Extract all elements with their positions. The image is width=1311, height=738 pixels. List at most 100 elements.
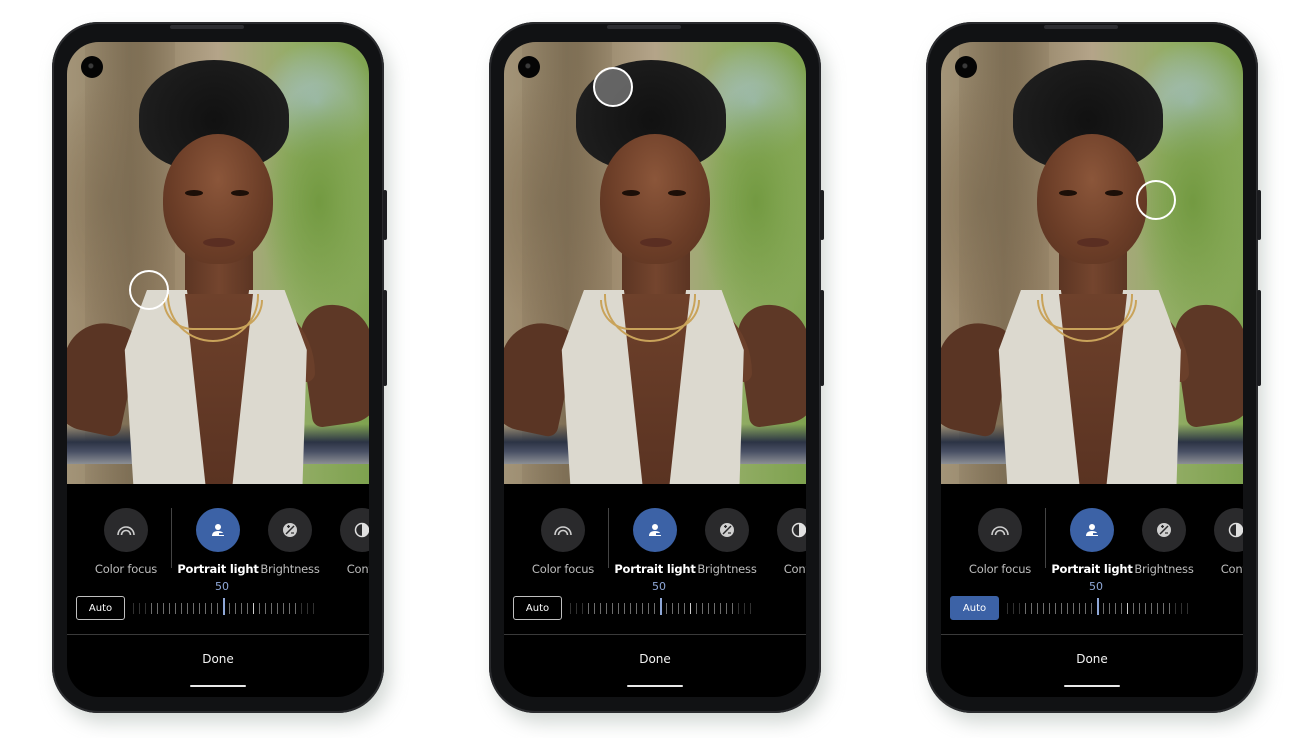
slider-tick: [241, 603, 243, 614]
slider-tick: [1151, 603, 1153, 614]
slider-value: 50: [215, 580, 229, 593]
slider-tick: [133, 603, 135, 614]
tool-label: n: [504, 562, 510, 576]
slider-tick: [223, 598, 225, 615]
slider-value: 50: [652, 580, 666, 593]
slider-tick: [151, 603, 153, 614]
done-button[interactable]: Done: [168, 646, 268, 672]
light-position-handle[interactable]: [129, 270, 169, 310]
slider-tick: [576, 603, 578, 614]
phone-screen: n Color focus Portrait light: [504, 42, 806, 697]
light-position-handle[interactable]: [1136, 180, 1176, 220]
tool-contrast[interactable]: Contr: [1191, 508, 1243, 576]
slider-tick: [1109, 603, 1111, 614]
photo-preview[interactable]: [67, 42, 369, 484]
photo-lips: [640, 238, 672, 247]
slider-tick: [1025, 603, 1027, 614]
slider-tick: [594, 603, 596, 614]
photo-necklace: [1037, 300, 1137, 330]
carousel-divider: [608, 508, 609, 568]
slider-tick: [1067, 603, 1069, 614]
tool-label: n: [67, 562, 73, 576]
slider-tick: [744, 603, 746, 614]
slider-tick: [1103, 603, 1105, 614]
contrast-icon: [777, 508, 806, 552]
slider-tick: [157, 603, 159, 614]
slider-tick: [588, 603, 590, 614]
photo-eye: [231, 190, 249, 196]
slider-tick: [1115, 603, 1117, 614]
slider-tick: [666, 603, 668, 614]
photo-preview[interactable]: [504, 42, 806, 484]
tool-partial[interactable]: n: [504, 508, 510, 576]
slider-tick: [1061, 603, 1063, 614]
slider-tick: [630, 603, 632, 614]
slider-tick: [696, 603, 698, 614]
slider-tick: [1079, 603, 1081, 614]
tool-contrast[interactable]: Contr: [317, 508, 369, 576]
auto-button[interactable]: Auto: [76, 596, 125, 620]
slider-tick: [1055, 603, 1057, 614]
slider-tick: [714, 603, 716, 614]
tool-color-focus[interactable]: Color focus: [955, 508, 1045, 576]
phone-screen: n Color focus Portrait light: [67, 42, 369, 697]
phone-speaker: [1044, 25, 1118, 29]
tool-label: Color focus: [968, 562, 1032, 576]
tool-carousel[interactable]: n Color focus Portrait light: [941, 508, 1243, 578]
slider-tick: [660, 598, 662, 615]
tool-label: Contr: [1220, 562, 1243, 576]
slider-tick: [1187, 603, 1189, 614]
divider: [504, 634, 806, 635]
intensity-slider[interactable]: [133, 598, 317, 616]
done-button[interactable]: Done: [605, 646, 705, 672]
phone-device-2: n Color focus Portrait light: [489, 22, 824, 713]
slider-tick: [1013, 603, 1015, 614]
photo-preview[interactable]: [941, 42, 1243, 484]
volume-button: [820, 190, 824, 240]
tool-label: Color focus: [94, 562, 158, 576]
done-button[interactable]: Done: [1042, 646, 1142, 672]
slider-tick: [1091, 603, 1093, 614]
phone-speaker: [607, 25, 681, 29]
slider-tick: [139, 603, 141, 614]
intensity-slider[interactable]: [570, 598, 754, 616]
tool-contrast[interactable]: Contr: [754, 508, 806, 576]
tool-color-focus[interactable]: Color focus: [81, 508, 171, 576]
slider-tick: [1019, 603, 1021, 614]
slider-tick: [301, 603, 303, 614]
light-position-handle[interactable]: [593, 67, 633, 107]
slider-value: 50: [1089, 580, 1103, 593]
divider: [941, 634, 1243, 635]
slider-tick: [672, 603, 674, 614]
gesture-nav-handle[interactable]: [1064, 685, 1120, 687]
slider-tick: [684, 603, 686, 614]
tool-partial[interactable]: n: [941, 508, 947, 576]
slider-tick: [229, 603, 231, 614]
slider-tick: [289, 603, 291, 614]
volume-button: [1257, 190, 1261, 240]
gesture-nav-handle[interactable]: [190, 685, 246, 687]
slider-tick: [702, 603, 704, 614]
tool-carousel[interactable]: n Color focus Portrait light: [67, 508, 369, 578]
slider-tick: [1073, 603, 1075, 614]
slider-tick: [199, 603, 201, 614]
slider-tick: [193, 603, 195, 614]
slider-tick: [642, 603, 644, 614]
tool-color-focus[interactable]: Color focus: [518, 508, 608, 576]
slider-tick: [1157, 603, 1159, 614]
gesture-nav-handle[interactable]: [627, 685, 683, 687]
tool-partial[interactable]: n: [67, 508, 73, 576]
slider-tick: [636, 603, 638, 614]
intensity-slider[interactable]: [1007, 598, 1191, 616]
slider-tick: [570, 603, 572, 614]
photo-eye: [1105, 190, 1123, 196]
tool-carousel[interactable]: n Color focus Portrait light: [504, 508, 806, 578]
tool-label: Contr: [346, 562, 369, 576]
slider-tick: [1145, 603, 1147, 614]
slider-tick: [271, 603, 273, 614]
contrast-icon: [340, 508, 369, 552]
auto-button[interactable]: Auto: [513, 596, 562, 620]
auto-button[interactable]: Auto: [950, 596, 999, 620]
phone-device-1: n Color focus Portrait light: [52, 22, 387, 713]
slider-tick: [708, 603, 710, 614]
